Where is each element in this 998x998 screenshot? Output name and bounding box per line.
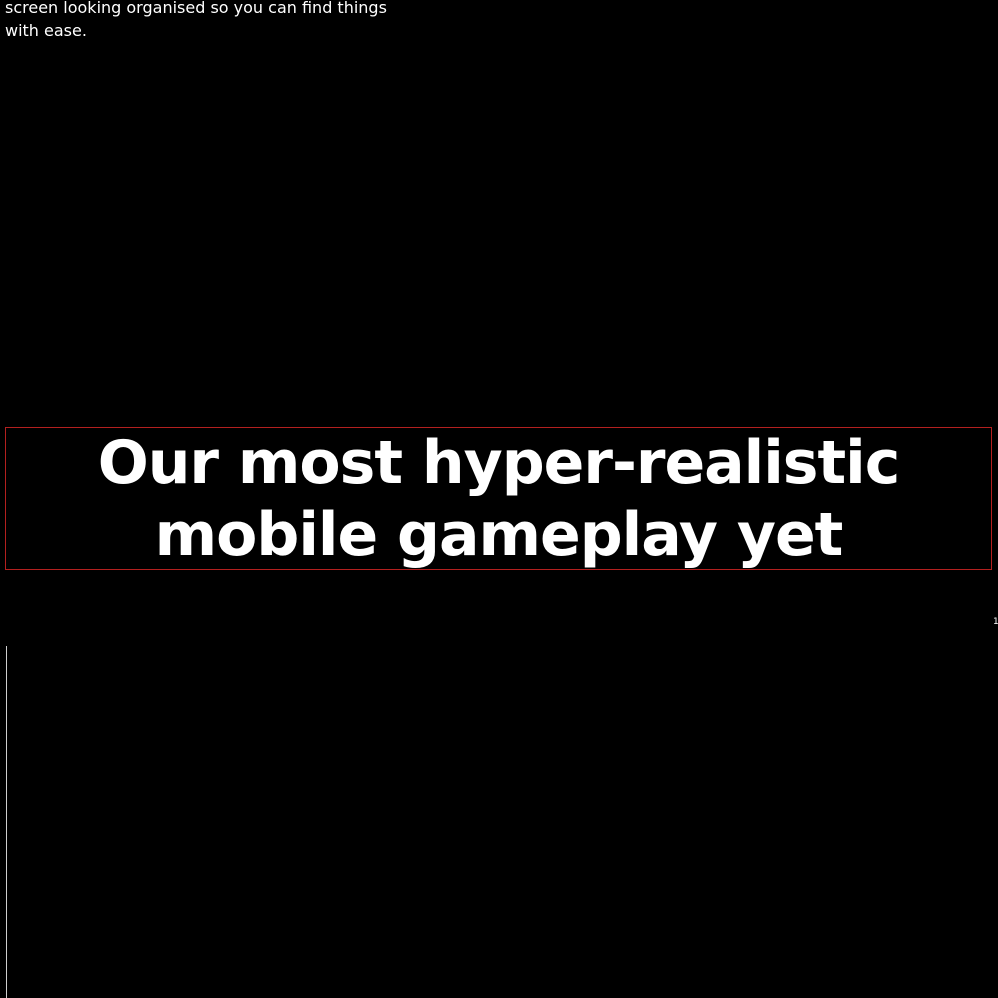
page-indicator: 1 — [993, 617, 998, 627]
media-divider-line — [6, 646, 7, 998]
headline: Our most hyper-realistic mobile gameplay… — [97, 427, 901, 570]
intro-text: screen looking organised so you can find… — [5, 0, 387, 40]
headline-section: Our most hyper-realistic mobile gameplay… — [5, 427, 992, 570]
